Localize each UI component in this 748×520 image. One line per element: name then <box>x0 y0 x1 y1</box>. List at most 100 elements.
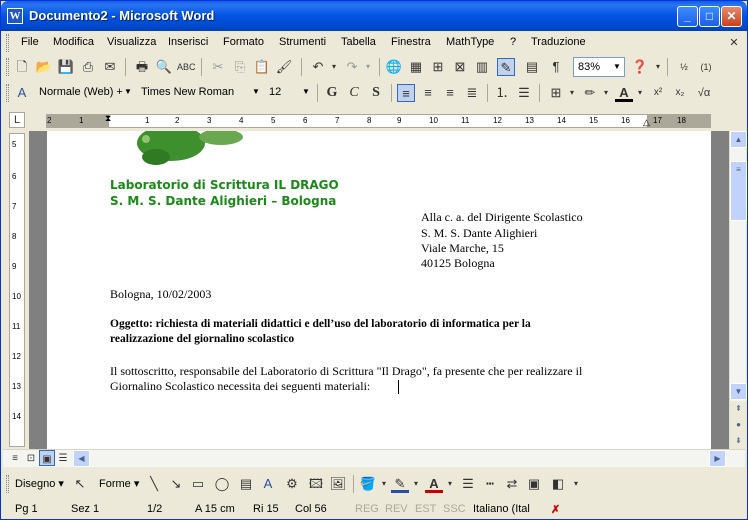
tab-selector-button[interactable]: L <box>9 112 25 128</box>
status-overwrite[interactable]: SSC <box>443 503 466 515</box>
style-combo[interactable]: Normale (Web) + ▼ <box>35 83 135 103</box>
toolbar-options-icon[interactable]: ▾ <box>567 475 585 493</box>
email-icon[interactable]: ✉ <box>101 58 119 76</box>
line-color-dropdown-icon[interactable]: ▾ <box>407 475 425 493</box>
menu-strumenti[interactable]: Strumenti <box>279 36 326 48</box>
font-color-dropdown-icon[interactable]: ▾ <box>631 84 649 102</box>
close-button[interactable]: ✕ <box>721 6 742 27</box>
draw-font-color-dropdown-icon[interactable]: ▾ <box>441 475 459 493</box>
menu-formato[interactable]: Formato <box>223 36 264 48</box>
bullets-icon[interactable]: ☰ <box>515 84 533 102</box>
toolbar-grip[interactable] <box>6 475 9 493</box>
hyperlink-icon[interactable]: 🌐 <box>385 58 403 76</box>
print-icon[interactable]: 🖶 <box>133 58 151 76</box>
permission-icon[interactable]: ⎙ <box>79 58 97 76</box>
copy-icon[interactable]: ⎘ <box>231 58 249 76</box>
title-bar[interactable]: W Documento2 - Microsoft Word _ □ ✕ <box>1 1 747 31</box>
insert-table-icon[interactable]: ⊞ <box>429 58 447 76</box>
previous-page-button[interactable]: ⇞ <box>730 401 747 418</box>
normal-view-icon[interactable]: ≡ <box>7 450 23 466</box>
status-record[interactable]: REG <box>355 503 379 515</box>
vertical-ruler[interactable]: 5 6 7 8 9 10 11 12 13 14 <box>9 133 25 447</box>
line-icon[interactable]: ╲ <box>145 475 163 493</box>
mathtype-equation-icon[interactable]: (1) <box>697 58 715 76</box>
insert-excel-icon[interactable]: ⊠ <box>451 58 469 76</box>
arrow-icon[interactable]: ↘ <box>167 475 185 493</box>
align-center-icon[interactable]: ≡ <box>419 84 437 102</box>
toolbar-grip[interactable] <box>6 58 9 76</box>
vertical-scrollbar[interactable]: ▲ ≡ ▼ ⇞ ● ⇟ <box>729 131 747 450</box>
borders-dropdown-icon[interactable]: ▾ <box>563 84 581 102</box>
outline-view-icon[interactable]: ☰ <box>55 450 71 466</box>
dash-style-icon[interactable]: ┅ <box>481 475 499 493</box>
show-formatting-icon[interactable]: ¶ <box>547 58 565 76</box>
redo-dropdown-icon[interactable]: ▾ <box>359 58 377 76</box>
highlight-dropdown-icon[interactable]: ▾ <box>597 84 615 102</box>
status-track-changes[interactable]: REV <box>385 503 408 515</box>
text-box-icon[interactable]: ▤ <box>237 475 255 493</box>
minimize-button[interactable]: _ <box>677 6 698 27</box>
right-indent-marker[interactable]: △ <box>643 117 650 128</box>
indent-marker[interactable]: ⧗ <box>105 113 111 124</box>
maximize-button[interactable]: □ <box>699 6 720 27</box>
square-root-icon[interactable]: √α <box>695 84 713 102</box>
menu-file[interactable]: File <box>21 36 39 48</box>
italic-button[interactable]: C <box>345 84 363 102</box>
menu-finestra[interactable]: Finestra <box>391 36 431 48</box>
bold-button[interactable]: G <box>323 84 341 102</box>
scroll-down-button[interactable]: ▼ <box>730 383 747 400</box>
align-left-icon[interactable]: ≡ <box>397 84 415 102</box>
mathtype-fraction-icon[interactable]: ½ <box>675 58 693 76</box>
document-map-icon[interactable]: ▤ <box>523 58 541 76</box>
menu-tabella[interactable]: Tabella <box>341 36 376 48</box>
chevron-down-icon[interactable]: ▼ <box>249 83 263 101</box>
3d-style-icon[interactable]: ◧ <box>549 475 567 493</box>
justify-icon[interactable]: ≣ <box>463 84 481 102</box>
chevron-down-icon[interactable]: ▼ <box>121 83 135 101</box>
shadow-style-icon[interactable]: ▣ <box>525 475 543 493</box>
toolbar-grip[interactable] <box>6 84 9 102</box>
scroll-thumb[interactable]: ≡ <box>730 161 747 221</box>
save-icon[interactable]: 💾 <box>57 58 75 76</box>
format-painter-icon[interactable]: 🖌 <box>275 58 293 76</box>
web-layout-icon[interactable]: ⊡ <box>23 450 39 466</box>
shadow-button[interactable]: S <box>367 84 385 102</box>
new-document-icon[interactable]: 🗋 <box>13 58 31 76</box>
scroll-up-button[interactable]: ▲ <box>730 131 747 148</box>
word-app-icon[interactable]: W <box>7 8 23 24</box>
superscript-icon[interactable]: x² <box>649 84 667 102</box>
arrow-style-icon[interactable]: ⇄ <box>503 475 521 493</box>
draw-menu-button[interactable]: Disegno ▾ <box>15 477 64 490</box>
print-preview-icon[interactable]: 🔍 <box>155 58 173 76</box>
cut-icon[interactable]: ✂ <box>209 58 227 76</box>
status-extend[interactable]: EST <box>415 503 436 515</box>
font-size-combo[interactable]: 12 ▼ <box>265 83 313 103</box>
paste-icon[interactable]: 📋 <box>253 58 271 76</box>
insert-picture-icon[interactable]: 🖼 <box>329 475 347 493</box>
autoshapes-menu-button[interactable]: Forme ▾ <box>99 477 139 490</box>
browse-object-button[interactable]: ● <box>730 417 747 434</box>
menu-help[interactable]: ? <box>510 36 516 48</box>
spelling-icon[interactable]: ABC <box>177 58 196 76</box>
chevron-down-icon[interactable]: ▼ <box>610 58 624 76</box>
subscript-icon[interactable]: x₂ <box>671 84 689 102</box>
menu-modifica[interactable]: Modifica <box>53 36 94 48</box>
next-page-button[interactable]: ⇟ <box>730 433 747 450</box>
menu-inserisci[interactable]: Inserisci <box>168 36 208 48</box>
scroll-left-button[interactable]: ◀ <box>73 450 90 467</box>
clip-art-icon[interactable]: 🖾 <box>307 475 325 493</box>
menu-mathtype[interactable]: MathType <box>446 36 494 48</box>
print-layout-icon[interactable]: ▣ <box>39 450 55 466</box>
styles-pane-icon[interactable]: A <box>13 84 31 102</box>
diagram-icon[interactable]: ⚙ <box>283 475 301 493</box>
close-document-icon[interactable]: ✕ <box>725 34 743 52</box>
select-objects-icon[interactable]: ↖ <box>71 475 89 493</box>
scroll-right-button[interactable]: ▶ <box>709 450 726 467</box>
drawing-icon[interactable]: ✎ <box>497 58 515 76</box>
font-combo[interactable]: Times New Roman ▼ <box>137 83 263 103</box>
line-style-icon[interactable]: ☰ <box>459 475 477 493</box>
numbering-icon[interactable]: ⒈ <box>493 84 511 102</box>
open-folder-icon[interactable]: 📂 <box>35 58 53 76</box>
horizontal-ruler[interactable]: 2 1 1 2 3 4 5 6 7 8 9 10 11 12 13 14 15 … <box>46 113 711 128</box>
undo-dropdown-icon[interactable]: ▾ <box>325 58 343 76</box>
